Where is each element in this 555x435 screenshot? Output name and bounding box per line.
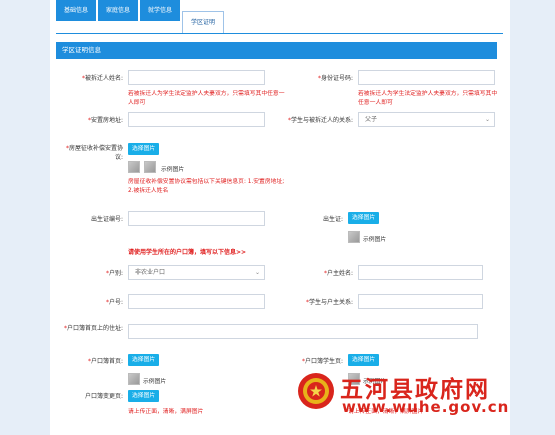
birth-cert-sample-thumb[interactable] <box>348 231 360 243</box>
birth-cert-upload-button[interactable]: 选择图片 <box>348 212 380 224</box>
chevron-down-icon: ⌄ <box>254 269 260 276</box>
hukou-address-input[interactable] <box>128 324 478 339</box>
birth-no-label: 出生证编号: <box>90 216 123 223</box>
relation-head-label: *学生与户主关系: <box>305 299 353 306</box>
agreement-upload-button[interactable]: 选择图片 <box>128 143 160 155</box>
householder-label: *户主姓名: <box>323 270 353 277</box>
hukou-no-label: *户号: <box>105 299 123 306</box>
agreement-hint: 房屋征收补偿安置协议需包括以下关键信息页: 1.安置房地址; 2.被拆迁人姓名 <box>128 179 285 194</box>
hukou-change-upload-button[interactable]: 选择图片 <box>128 390 160 402</box>
section-header: 学区证明信息 <box>56 42 497 59</box>
id-number-input[interactable] <box>358 70 495 85</box>
address-label: *安置房地址: <box>87 117 123 124</box>
birth-cert-label: 出生证: <box>322 216 343 223</box>
agreement-sample-thumb-2[interactable] <box>144 161 156 173</box>
agreement-label: *房屋征收补偿安置协议: <box>65 145 123 161</box>
id-number-label: *身份证号码: <box>317 75 353 82</box>
hukou-first-label: *户口簿首页: <box>87 358 123 365</box>
hukou-type-value: 非农业户口 <box>135 269 166 276</box>
hukou-first-sample-caption: 示例图片 <box>143 379 167 385</box>
owner-name-input[interactable] <box>128 70 265 85</box>
owner-hint: 若被拆迁人为学生法定监护人夫妻双方，只需填写其中任意一人即可 <box>128 91 285 106</box>
relation-value: 父子 <box>365 116 378 123</box>
birth-no-input[interactable] <box>128 211 265 226</box>
chevron-down-icon: ⌄ <box>484 116 490 123</box>
hukou-student-upload-button[interactable]: 选择图片 <box>348 354 380 366</box>
birth-cert-sample-caption: 示例图片 <box>363 237 387 243</box>
hukou-type-label: *户别: <box>105 270 123 277</box>
upload-hint-left: 请上传正面，清晰，满屏图片 <box>128 409 204 415</box>
hukou-notice: 请使用学生所在的户口簿，填写以下信息>> <box>128 249 247 256</box>
hukou-change-label: 户口簿变更页: <box>84 393 123 400</box>
householder-input[interactable] <box>358 265 483 280</box>
relation-label: *学生与被拆迁人的关系: <box>287 117 353 124</box>
hukou-first-upload-button[interactable]: 选择图片 <box>128 354 160 366</box>
relation-select[interactable]: 父子 ⌄ <box>358 112 495 127</box>
agreement-sample-thumb-1[interactable] <box>128 161 140 173</box>
address-input[interactable] <box>128 112 265 127</box>
hukou-type-select[interactable]: 非农业户口 ⌄ <box>128 265 265 280</box>
tab-school-info[interactable]: 就学信息 <box>140 0 180 21</box>
hukou-first-sample-thumb[interactable] <box>128 373 140 385</box>
tab-basic-info[interactable]: 基础信息 <box>56 0 96 21</box>
emblem-icon <box>296 371 336 411</box>
tab-divider <box>56 33 503 34</box>
watermark-url: www.wuhe.gov.cn <box>342 398 510 416</box>
section-title: 学区证明信息 <box>62 46 101 54</box>
relation-head-input[interactable] <box>358 294 483 309</box>
owner-name-label: *被拆迁人姓名: <box>81 75 123 82</box>
hukou-address-label: *户口簿首页上的住址: <box>63 325 123 332</box>
id-hint: 若被拆迁人为学生法定监护人夫妻双方，只需填写其中任意一人即可 <box>358 91 498 106</box>
tab-district-proof[interactable]: 学区证明 <box>182 11 224 34</box>
hukou-no-input[interactable] <box>128 294 265 309</box>
hukou-student-label: *户口簿学生页: <box>301 358 343 365</box>
tab-family-info[interactable]: 家庭信息 <box>98 0 138 21</box>
agreement-sample-caption: 示例图片 <box>161 167 185 173</box>
